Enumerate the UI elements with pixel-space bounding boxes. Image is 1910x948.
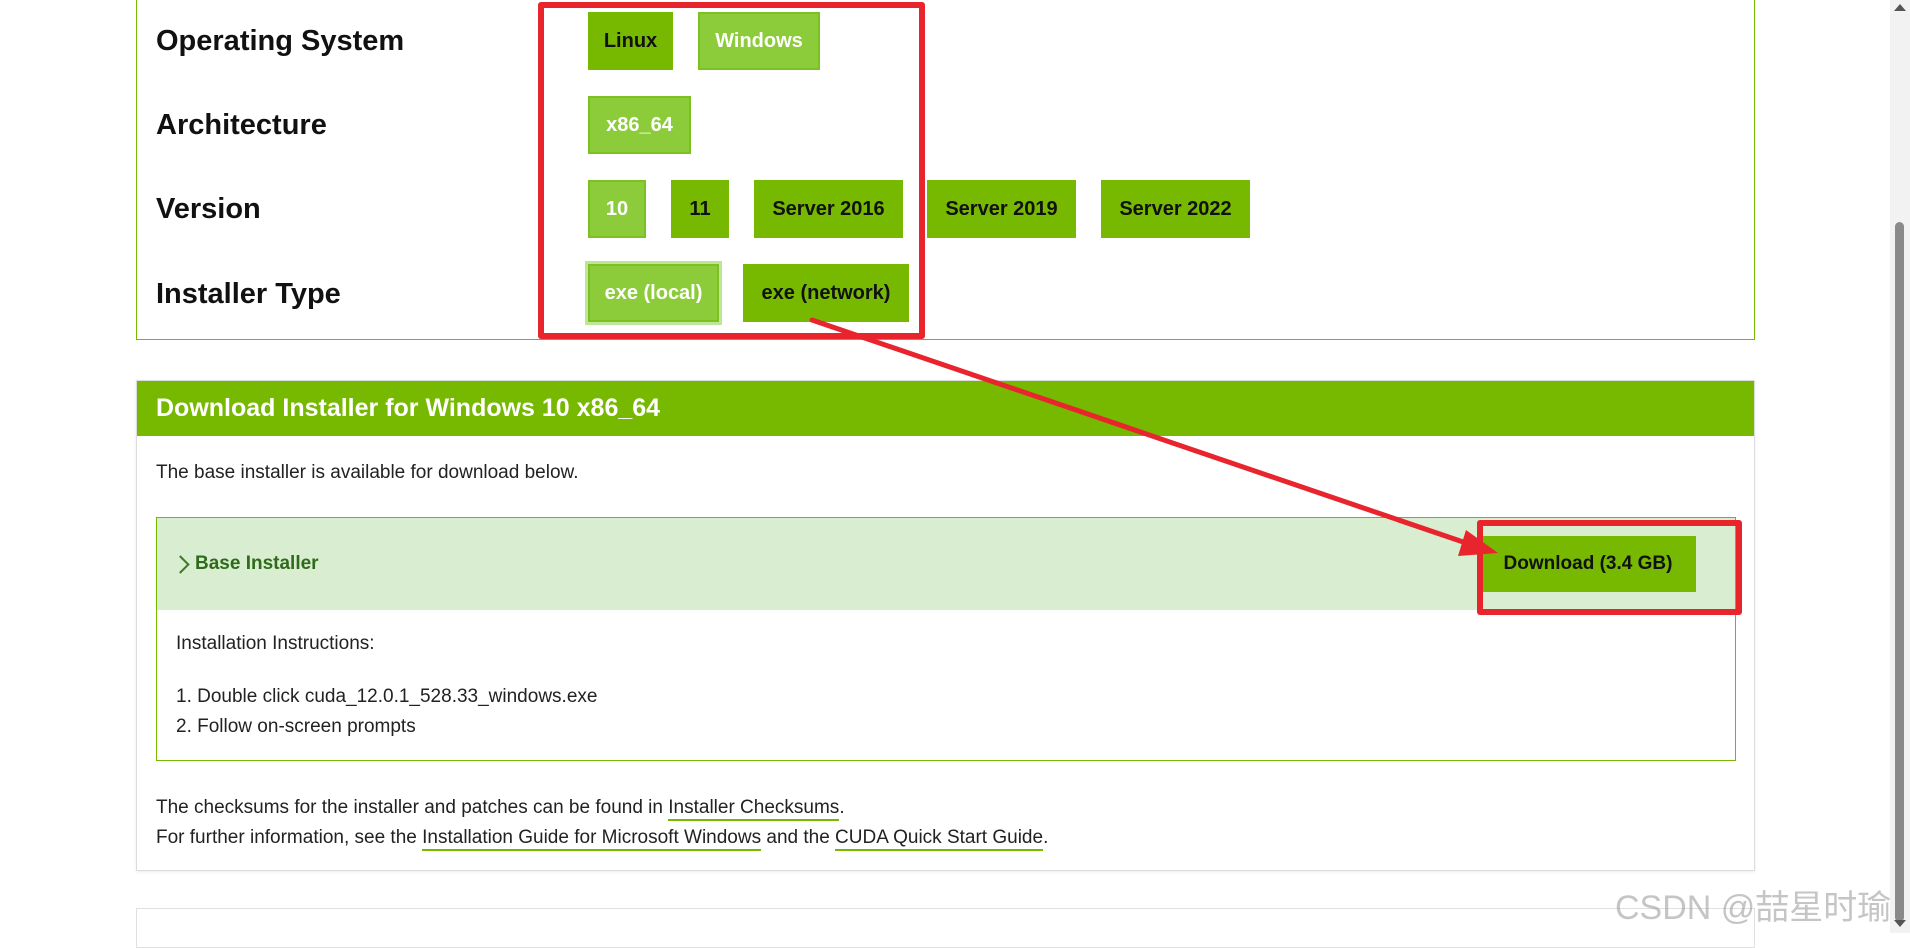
info-middle: and the [761,827,836,848]
version-option-server-2019[interactable]: Server 2019 [927,180,1076,238]
installer-type-option-exe-local[interactable]: exe (local) [585,261,722,325]
watermark: CSDN @喆星时瑜 [1615,889,1892,927]
checksums-prefix: The checksums for the installer and patc… [156,797,669,818]
installer-type-label: Installer Type [156,278,341,310]
download-button[interactable]: Download (3.4 GB) [1480,536,1696,592]
version-label: Version [156,193,261,225]
scroll-thumb[interactable] [1895,222,1904,922]
installation-steps: 1. Double click cuda_12.0.1_528.33_windo… [176,682,597,742]
version-option-11[interactable]: 11 [671,180,729,238]
version-option-server-2016[interactable]: Server 2016 [754,180,903,238]
operating-system-label: Operating System [156,25,405,57]
scroll-up-arrow-icon[interactable] [1894,4,1906,11]
installer-type-option-exe-network[interactable]: exe (network) [743,264,909,322]
chevron-right-icon [171,554,190,574]
checksums-line: The checksums for the installer and patc… [156,793,1048,823]
vertical-scrollbar[interactable] [1890,0,1910,933]
os-option-linux[interactable]: Linux [588,12,673,70]
checksums-suffix: . [839,797,845,818]
os-option-windows[interactable]: Windows [698,12,820,70]
info-suffix: . [1043,827,1049,848]
intro-text: The base installer is available for down… [156,462,579,483]
installation-guide-link[interactable]: Installation Guide for Microsoft Windows [422,827,762,851]
installer-checksums-link[interactable]: Installer Checksums [668,797,840,821]
info-line: For further information, see the Install… [156,823,1048,853]
list-item: 2. Follow on-screen prompts [176,716,416,737]
quick-start-guide-link[interactable]: CUDA Quick Start Guide [835,827,1044,851]
version-option-server-2022[interactable]: Server 2022 [1101,180,1250,238]
next-section-card [136,908,1755,948]
architecture-label: Architecture [156,109,327,141]
list-item: 1. Double click cuda_12.0.1_528.33_windo… [176,686,598,707]
download-panel: Download Installer for Windows 10 x86_64… [136,380,1755,871]
download-header: Download Installer for Windows 10 x86_64 [137,381,1754,436]
base-installer-title: Base Installer [195,553,319,574]
footer-text: The checksums for the installer and patc… [156,793,1048,853]
scroll-down-arrow-icon[interactable] [1894,920,1906,927]
info-prefix: For further information, see the [156,827,423,848]
arch-option-x86-64[interactable]: x86_64 [588,96,691,154]
version-option-10[interactable]: 10 [588,180,646,238]
installation-instructions-title: Installation Instructions: [176,633,375,654]
